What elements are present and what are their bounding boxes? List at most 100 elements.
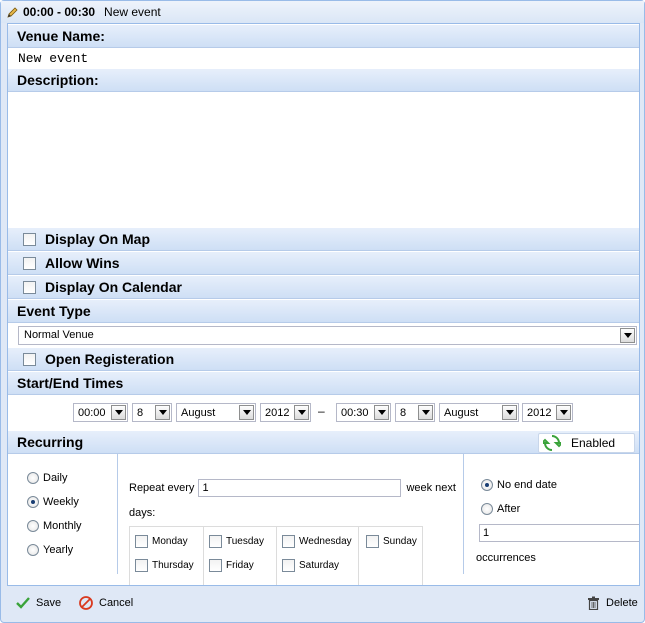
allow-wins-label: Allow Wins [45, 255, 120, 271]
event-type-label: Event Type [17, 303, 91, 319]
display-on-map-label: Display On Map [45, 231, 151, 247]
recurring-header: Recurring Enabled [8, 430, 639, 454]
display-on-calendar-label: Display On Calendar [45, 279, 182, 295]
delete-button[interactable]: Delete [587, 596, 638, 610]
cancel-label: Cancel [99, 597, 134, 609]
refresh-icon [543, 435, 561, 451]
sunday-checkbox[interactable] [366, 535, 379, 548]
frequency-yearly[interactable]: Yearly [27, 544, 73, 556]
open-registration-checkbox[interactable] [23, 352, 36, 366]
end-day-select[interactable]: 8 [395, 403, 435, 422]
description-textarea[interactable] [8, 92, 639, 227]
end-time-value: 00:30 [341, 406, 369, 419]
monthly-radio[interactable] [27, 520, 39, 532]
chevron-down-icon[interactable] [556, 405, 571, 420]
cancel-icon [79, 596, 93, 610]
thursday-label: Thursday [152, 560, 194, 571]
venue-label: Venue Name: [17, 28, 105, 44]
event-type-value: Normal Venue [24, 329, 94, 341]
times-label: Start/End Times [17, 375, 124, 391]
save-button[interactable]: Save [16, 596, 61, 610]
start-year-select[interactable]: 2012 [260, 403, 311, 422]
day-sunday[interactable]: Sunday [366, 535, 417, 548]
day-monday[interactable]: Monday [135, 535, 188, 548]
end-time-select[interactable]: 00:30 [336, 403, 391, 422]
day-saturday[interactable]: Saturday [282, 559, 339, 572]
chevron-down-icon[interactable] [502, 405, 517, 420]
option-display-on-map[interactable]: Display On Map [8, 227, 639, 251]
end-no-end-date[interactable]: No end date [481, 479, 557, 491]
repeat-suffix: week next [406, 482, 456, 494]
pencil-icon [7, 7, 18, 18]
weekly-label: Weekly [43, 496, 79, 508]
day-tuesday[interactable]: Tuesday [209, 535, 264, 548]
day-thursday[interactable]: Thursday [135, 559, 194, 572]
days-grid: Monday Tuesday Wednesday Sunday Thursday… [129, 526, 423, 585]
frequency-monthly[interactable]: Monthly [27, 520, 82, 532]
tuesday-label: Tuesday [226, 536, 264, 547]
occurrences-input[interactable]: 1 [479, 524, 639, 542]
wednesday-checkbox[interactable] [282, 535, 295, 548]
daily-radio[interactable] [27, 472, 39, 484]
start-day-select[interactable]: 8 [132, 403, 172, 422]
friday-checkbox[interactable] [209, 559, 222, 572]
display-on-map-checkbox[interactable] [23, 232, 36, 246]
no-end-date-label: No end date [497, 479, 557, 491]
chevron-down-icon[interactable] [374, 405, 389, 420]
form-body: Venue Name: New event Description: Displ… [7, 23, 640, 586]
chevron-down-icon[interactable] [294, 405, 309, 420]
trash-icon [588, 596, 599, 610]
saturday-checkbox[interactable] [282, 559, 295, 572]
no-end-date-radio[interactable] [481, 479, 493, 491]
allow-wins-checkbox[interactable] [23, 256, 36, 270]
check-icon [16, 597, 30, 609]
wednesday-label: Wednesday [299, 536, 352, 547]
cancel-button[interactable]: Cancel [79, 596, 133, 610]
enabled-label: Enabled [571, 436, 616, 450]
day-wednesday[interactable]: Wednesday [282, 535, 352, 548]
event-dialog: 00:00 - 00:30 New event Venue Name: New … [0, 0, 645, 623]
yearly-radio[interactable] [27, 544, 39, 556]
end-after[interactable]: After [481, 503, 520, 515]
title-time: 00:00 - 00:30 [23, 5, 96, 19]
recurring-enabled-toggle[interactable]: Enabled [538, 433, 635, 453]
open-registration-label: Open Registeration [45, 351, 175, 367]
times-row: 00:00 8 August 2012 – 00:30 8 August 201… [8, 395, 639, 430]
monday-checkbox[interactable] [135, 535, 148, 548]
venue-input[interactable]: New event [8, 48, 639, 68]
open-registration-row[interactable]: Open Registeration [8, 347, 639, 371]
frequency-weekly[interactable]: Weekly [27, 496, 79, 508]
weekly-radio[interactable] [27, 496, 39, 508]
start-month-value: August [181, 406, 216, 419]
chevron-down-icon[interactable] [620, 327, 635, 343]
display-on-calendar-checkbox[interactable] [23, 280, 36, 294]
start-time-select[interactable]: 00:00 [73, 403, 128, 422]
monday-label: Monday [152, 536, 188, 547]
event-type-select[interactable]: Normal Venue [18, 325, 637, 345]
occurrences-label: occurrences [476, 552, 536, 564]
option-allow-wins[interactable]: Allow Wins [8, 251, 639, 275]
chevron-down-icon[interactable] [155, 405, 170, 420]
delete-label: Delete [606, 597, 638, 609]
day-friday[interactable]: Friday [209, 559, 254, 572]
repeat-prefix: Repeat every [129, 482, 195, 494]
end-year-select[interactable]: 2012 [522, 403, 573, 422]
start-month-select[interactable]: August [176, 403, 256, 422]
end-month-select[interactable]: August [439, 403, 519, 422]
frequency-daily[interactable]: Daily [27, 472, 67, 484]
repeat-every-input[interactable]: 1 [198, 479, 402, 497]
yearly-label: Yearly [43, 544, 74, 556]
chevron-down-icon[interactable] [418, 405, 433, 420]
thursday-checkbox[interactable] [135, 559, 148, 572]
monthly-label: Monthly [43, 520, 82, 532]
start-time-value: 00:00 [78, 406, 106, 419]
venue-header: Venue Name: [8, 24, 639, 48]
option-display-on-calendar[interactable]: Display On Calendar [8, 275, 639, 299]
after-radio[interactable] [481, 503, 493, 515]
saturday-label: Saturday [299, 560, 340, 571]
description-header: Description: [8, 68, 639, 92]
title-bar[interactable]: 00:00 - 00:30 New event [1, 1, 644, 23]
tuesday-checkbox[interactable] [209, 535, 222, 548]
chevron-down-icon[interactable] [239, 405, 254, 420]
chevron-down-icon[interactable] [111, 405, 126, 420]
